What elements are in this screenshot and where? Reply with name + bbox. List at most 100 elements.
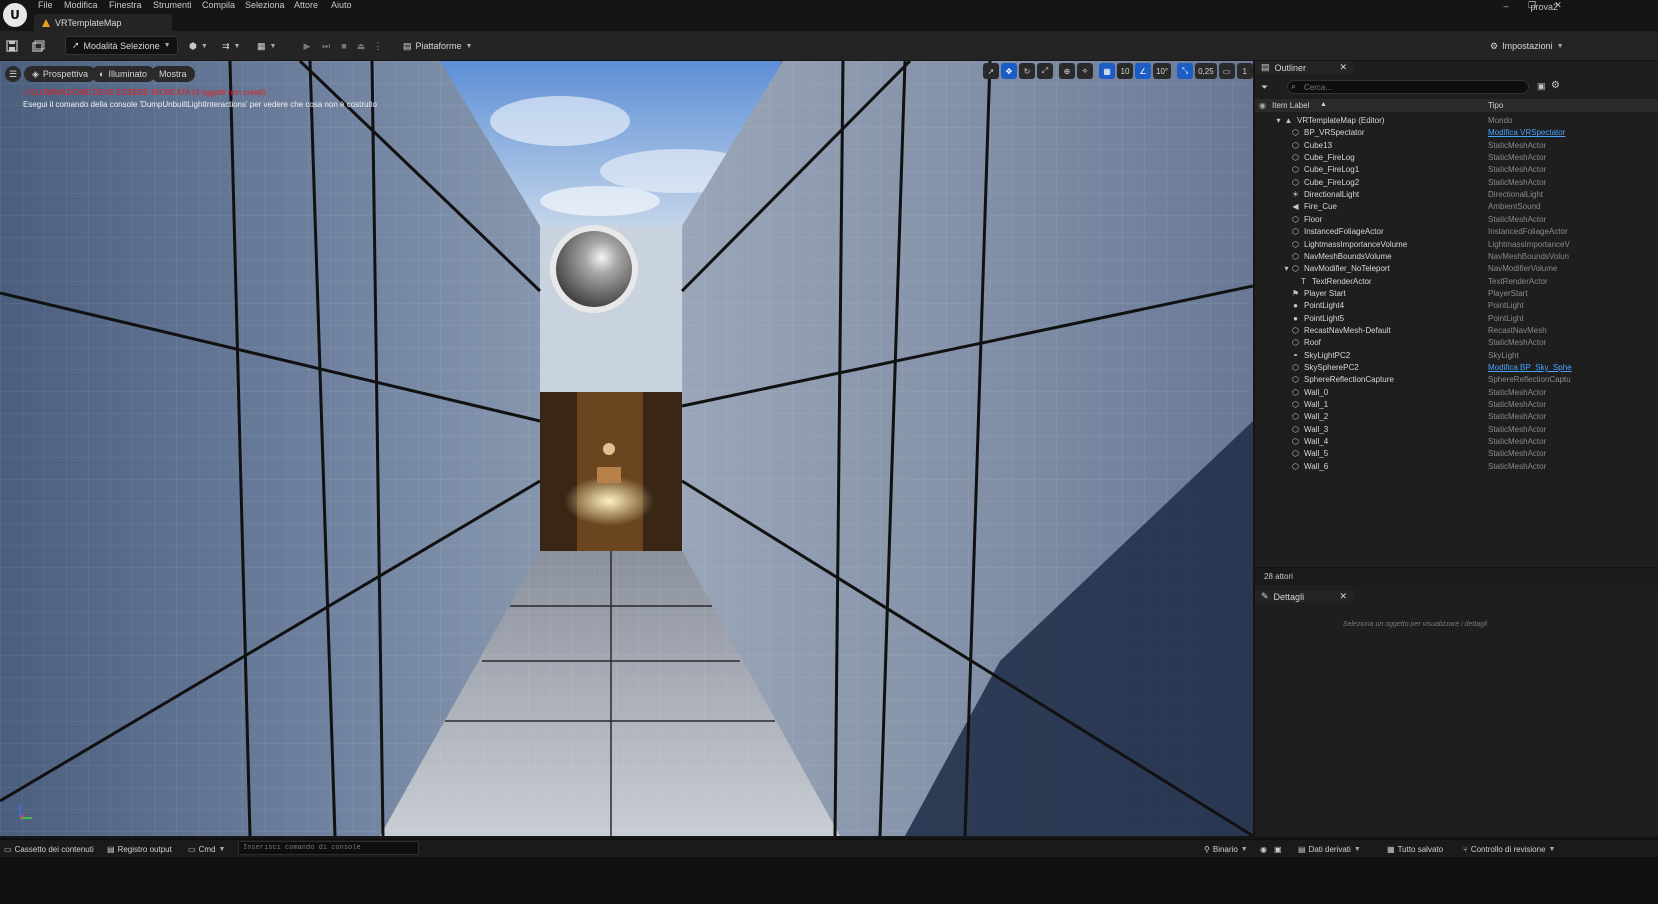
close-window-button[interactable]: ✕ [1545,0,1571,11]
expand-arrow-icon[interactable]: ▾ [1274,116,1283,125]
type-column[interactable]: Tipo [1488,101,1503,110]
unreal-logo-icon[interactable]: U [3,3,27,27]
outliner-row[interactable]: ⬡ Wall_2 StaticMeshActor [1255,411,1658,423]
platforms-dropdown[interactable]: ▤ Piattaforme ▼ [397,37,478,55]
menu-strumenti[interactable]: Strumenti [153,0,192,11]
close-tab-icon[interactable]: ✕ [1339,591,1347,602]
cmd-dropdown[interactable]: ▭ Cmd ▼ [188,843,225,855]
viewport-menu-button[interactable]: ☰ [5,66,22,82]
outliner-row[interactable]: ⬡ Wall_3 StaticMeshActor [1255,424,1658,436]
revision-control-dropdown[interactable]: ⑂ Controllo di revisione ▼ [1463,843,1555,855]
screenshot-icon[interactable]: ▣ [1274,843,1282,855]
outliner-row[interactable]: ▾ ⬡ NavModifier_NoTeleport NavModifierVolum… [1255,263,1658,275]
outliner-row[interactable]: ⬡ SphereReflectionCapture SphereReflection… [1255,374,1658,386]
camera-speed-value[interactable]: 1 [1236,63,1253,79]
scale-tool-icon[interactable]: ⤢ [1037,63,1053,79]
outliner-row[interactable]: ⬡ Wall_4 StaticMeshActor [1255,436,1658,448]
console-command-input[interactable] [238,841,419,855]
visibility-eye-icon[interactable]: ◉ [1259,101,1266,110]
surface-snap-icon[interactable]: ⟡ [1077,63,1093,79]
eject-icon[interactable]: ⏏ [354,39,368,53]
menu-seleziona[interactable]: Seleziona [245,0,285,11]
blueprints-button[interactable]: ⇉ ▼ [216,37,246,55]
outliner-root-row[interactable]: ▾ ▲ VRTemplateMap (Editor) Mondo [1255,115,1658,127]
cinematics-button[interactable]: ▦ ▼ [251,37,282,55]
filter-icon[interactable]: ⏷ [1261,82,1268,93]
outliner-row[interactable]: ☀ DirectionalLight DirectionalLight [1255,189,1658,201]
menu-aiuto[interactable]: Aiuto [331,0,352,11]
rotate-tool-icon[interactable]: ↻ [1019,63,1035,79]
outliner-row[interactable]: ⬡ Cube_FireLog2 StaticMeshActor [1255,177,1658,189]
save-all-button[interactable]: ▦ Tutto salvato [1387,843,1443,855]
outliner-row[interactable]: ⬡ RecastNavMesh-Default RecastNavMesh [1255,325,1658,337]
rotation-snap-icon[interactable]: ∠ [1135,63,1151,79]
outliner-row[interactable]: ⬡ BP_VRSpectator Modifica VRSpectator [1255,127,1658,139]
scale-snap-value[interactable]: 0,25 [1195,63,1217,79]
outliner-row[interactable]: ⬡ Cube_FireLog1 StaticMeshActor [1255,164,1658,176]
outliner-row[interactable]: ⬡ LightmassImportanceVolume LightmassImpor… [1255,239,1658,251]
perspective-button[interactable]: ◈ Prospettiva [24,66,96,82]
advance-frame-icon[interactable]: ⏭ [319,39,333,53]
world-space-icon[interactable]: ⊕ [1059,63,1075,79]
outliner-row[interactable]: T TextRenderActor TextRenderActor [1255,276,1658,288]
menu-file[interactable]: File [38,0,53,11]
menu-compila[interactable]: Compila [202,0,235,11]
outliner-tab[interactable]: ▤ Outliner ✕ [1255,61,1353,74]
save-icon[interactable] [5,39,19,53]
maximize-button[interactable]: ❐ [1519,0,1545,11]
grid-snap-icon[interactable]: ▦ [1099,63,1115,79]
outliner-row[interactable]: ⬡ Wall_5 StaticMeshActor [1255,448,1658,460]
outliner-row[interactable]: ⬡ Cube_FireLog StaticMeshActor [1255,152,1658,164]
output-log-button[interactable]: ▤ Registro output [107,843,172,855]
binary-dropdown[interactable]: ⚲ Binario ▼ [1204,843,1248,855]
stop-icon[interactable]: ■ [337,39,351,53]
outliner-search-input[interactable] [1287,80,1529,94]
outliner-row[interactable]: ⬡ Cube13 StaticMeshActor [1255,140,1658,152]
translate-tool-icon[interactable]: ✥ [1001,63,1017,79]
settings-dropdown[interactable]: ⚙ Impostazioni ▼ [1484,37,1570,55]
outliner-row[interactable]: ◓ SkyLightPC2 SkyLight [1255,350,1658,362]
close-tab-icon[interactable]: ✕ [1339,62,1347,73]
expand-arrow-icon[interactable]: ▾ [1282,264,1291,273]
camera-speed-icon[interactable]: ▭ [1218,63,1235,79]
outliner-row[interactable]: ◀ Fire_Cue AmbientSound [1255,201,1658,213]
trace-icon[interactable]: ◉ [1260,843,1267,855]
outliner-row[interactable]: ⬡ Wall_1 StaticMeshActor [1255,399,1658,411]
play-options-icon[interactable]: ⋮ [371,39,385,53]
add-folder-icon[interactable]: ▣ [1537,81,1546,92]
show-button[interactable]: Mostra [151,66,195,82]
outliner-row[interactable]: ⬡ Wall_6 StaticMeshActor [1255,461,1658,473]
rotation-snap-value[interactable]: 10° [1153,63,1172,79]
add-actor-button[interactable]: ⬢ ▼ [183,37,214,55]
outliner-row[interactable]: ● PointLight4 PointLight [1255,300,1658,312]
outliner-row[interactable]: ⬡ InstancedFoliageActor InstancedFoliageAc… [1255,226,1658,238]
outliner-row[interactable]: ● PointLight5 PointLight [1255,313,1658,325]
menu-modifica[interactable]: Modifica [64,0,98,11]
details-tab[interactable]: ✎ Dettagli ✕ [1255,590,1353,603]
menu-finestra[interactable]: Finestra [109,0,142,11]
content-browser-icon[interactable] [31,39,45,53]
selection-mode-dropdown[interactable]: ➚ Modalità Selezione ▼ [65,36,178,55]
view-mode-button[interactable]: ◐ Illuminato [91,66,155,82]
document-tab[interactable]: VRTemplateMap [34,14,172,31]
edit-blueprint-link[interactable]: Modifica BP_Sky_Sphe [1488,362,1572,374]
derived-data-dropdown[interactable]: ▤ Dati derivati ▼ [1298,843,1361,855]
edit-blueprint-link[interactable]: Modifica VRSpectator [1488,127,1565,139]
outliner-row[interactable]: ⬡ Roof StaticMeshActor [1255,337,1658,349]
outliner-row[interactable]: ⚑ Player Start PlayerStart [1255,288,1658,300]
outliner-settings-icon[interactable]: ⚙ [1551,80,1560,91]
item-label-column[interactable]: Item Label [1272,101,1309,110]
menu-attore[interactable]: Attore [294,0,318,11]
outliner-row[interactable]: ⬡ SkySpherePC2 Modifica BP_Sky_Sphe [1255,362,1658,374]
grid-snap-value[interactable]: 10 [1117,63,1133,79]
outliner-row[interactable]: ⬡ Wall_0 StaticMeshActor [1255,387,1658,399]
outliner-row[interactable]: ⬡ Floor StaticMeshActor [1255,214,1658,226]
scale-snap-icon[interactable]: ⤡ [1177,63,1194,79]
play-icon[interactable]: ▶ [300,39,314,53]
level-viewport[interactable] [0,61,1253,836]
outliner-row[interactable]: ⬡ NavMeshBoundsVolume NavMeshBoundsVolun [1255,251,1658,263]
minimize-button[interactable]: – [1493,0,1519,11]
search-icon: ⌕ [1291,81,1297,91]
select-tool-icon[interactable]: ➚ [983,63,999,79]
content-drawer-button[interactable]: ▭ Cassetto dei contenuti [4,843,94,855]
